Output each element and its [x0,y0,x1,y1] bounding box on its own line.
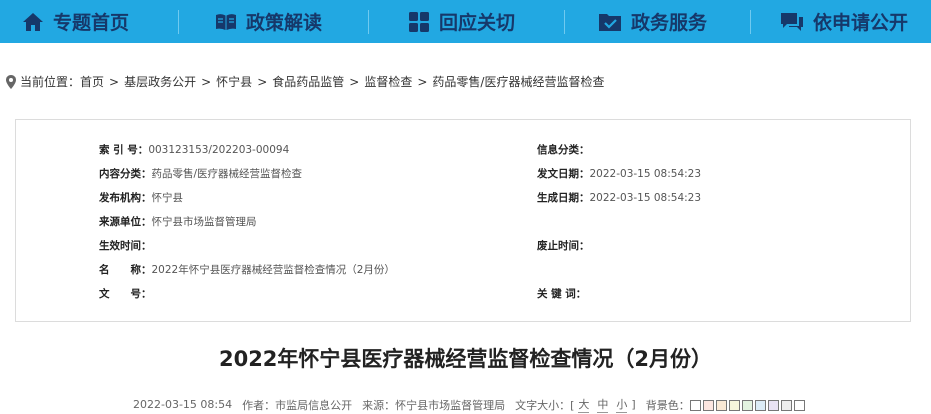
info-category: 信息分类： [537,144,590,156]
breadcrumb-item[interactable]: 食品药品监管 [272,73,344,90]
breadcrumb-separator: > [417,74,428,89]
nav-label: 政策解读 [246,12,323,34]
font-size-label: 文字大小：[ [515,398,575,412]
bg-color-swatch[interactable] [793,399,805,411]
nav-label: 回应关切 [439,12,516,34]
book-icon [216,13,236,30]
breadcrumb-item[interactable]: 基层政务公开 [124,73,196,90]
breadcrumb: 当前位置： 首页 > 基层政务公开 > 怀宁县 > 食品药品监管 > 监督检查 … [6,73,604,90]
bg-color-swatches [689,398,807,411]
nav-label: 专题首页 [53,12,130,34]
nav-divider [368,10,369,34]
nav-item-home[interactable]: 专题首页 [22,0,129,43]
nav-divider [178,10,179,34]
info-effective: 生效时间： [99,240,152,252]
top-navbar: 专题首页 政策解读 回应关切 政务服务 依申请公开 [0,0,931,43]
nav-divider [564,10,565,34]
folder-check-icon [599,13,621,31]
bg-color-label: 背景色： [645,398,690,412]
nav-item-services[interactable]: 政务服务 [598,0,707,43]
nav-item-apply[interactable]: 依申请公开 [780,0,908,43]
bg-color-swatch[interactable] [715,399,727,411]
breadcrumb-separator: > [109,74,120,89]
info-expire: 废止时间： [537,240,590,252]
nav-item-response[interactable]: 回应关切 [408,0,515,43]
info-gen-date: 生成日期：2022-03-15 08:54:23 [537,192,702,204]
article-meta: 2022-03-15 08:54 作者：市监局信息公开 来源：怀宁县市场监督管理… [133,396,807,413]
info-index-no: 索 引 号：003123153/202203-00094 [99,144,290,156]
bg-color-swatch[interactable] [702,399,714,411]
breadcrumb-separator: > [257,74,268,89]
bg-color-swatch[interactable] [728,399,740,411]
info-keywords: 关 键 词： [537,288,587,300]
nav-divider [750,10,751,34]
bg-color-swatch[interactable] [741,399,753,411]
article-title: 2022年怀宁县医疗器械经营监督检查情况（2月份） [218,347,713,371]
info-publisher: 发布机构：怀宁县 [99,192,183,204]
font-size-large-button[interactable]: 大 [578,396,590,413]
nav-label: 政务服务 [631,12,708,34]
location-pin-icon [6,74,16,89]
bg-color-swatch[interactable] [689,399,701,411]
bg-color-swatch[interactable] [754,399,766,411]
info-doc-no: 文 号： [99,288,152,300]
breadcrumb-prefix: 当前位置： [20,75,81,89]
breadcrumb-item[interactable]: 监督检查 [364,73,412,90]
info-content-type: 内容分类：药品零售/医疗器械经营监督检查 [99,168,303,180]
breadcrumb-item[interactable]: 怀宁县 [216,73,252,90]
breadcrumb-current[interactable]: 药品零售/医疗器械经营监督检查 [432,73,604,90]
breadcrumb-separator: > [201,74,212,89]
bg-color-swatch[interactable] [780,399,792,411]
font-size-small-button[interactable]: 小 [616,396,628,413]
article-source: 来源：怀宁县市场监督管理局 [362,398,506,412]
info-source: 来源单位：怀宁县市场监督管理局 [99,216,257,228]
nav-item-policy[interactable]: 政策解读 [215,0,322,43]
info-issue-date: 发文日期：2022-03-15 08:54:23 [537,168,702,180]
chat-icon [781,12,803,31]
nav-label: 依申请公开 [813,12,909,34]
breadcrumb-separator: > [349,74,360,89]
font-size-close: ] [631,398,636,411]
breadcrumb-home[interactable]: 首页 [80,73,104,90]
article-date: 2022-03-15 08:54 [133,398,233,411]
bg-color-swatch[interactable] [767,399,779,411]
article-author: 作者：市监局信息公开 [242,398,353,412]
home-icon [23,12,43,31]
info-name: 名 称：2022年怀宁县医疗器械经营监督检查情况（2月份） [99,264,395,276]
document-info-box: 索 引 号：003123153/202203-00094 信息分类： 内容分类：… [15,119,911,322]
grid-icon [409,11,429,32]
font-size-medium-button[interactable]: 中 [597,396,609,413]
